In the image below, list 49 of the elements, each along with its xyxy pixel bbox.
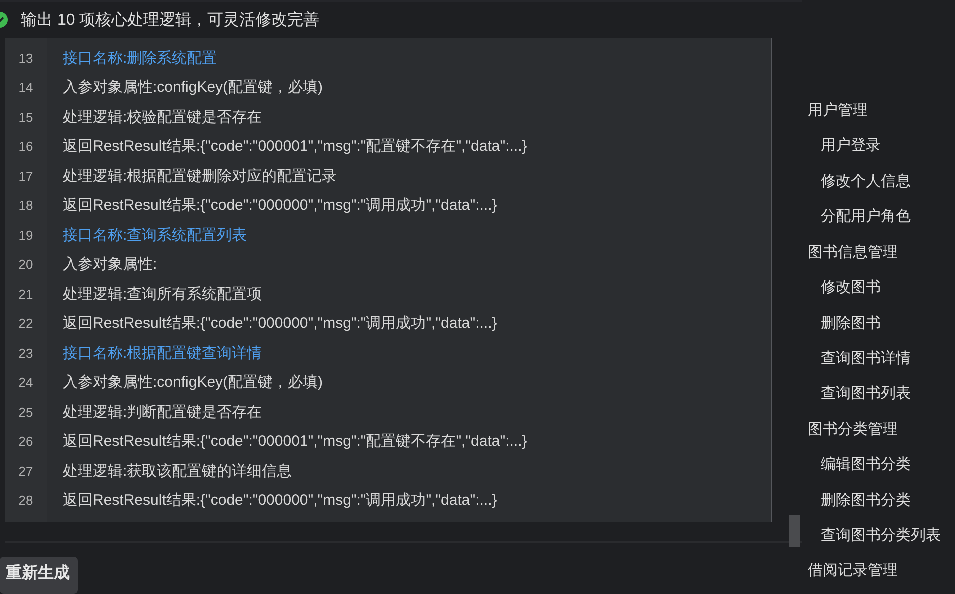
- outline-item[interactable]: 用户登录: [802, 133, 941, 169]
- outline-item[interactable]: 查询图书列表: [802, 381, 941, 417]
- regenerate-button[interactable]: 重新生成: [0, 557, 78, 594]
- code-line: 返回RestResult结果:{"code":"000000","msg":"调用成功","data":...}: [62, 196, 498, 216]
- code-line: 接口名称:删除系统配置: [62, 48, 218, 68]
- outline-item[interactable]: 查询图书分类列表: [802, 523, 941, 558]
- line-number: 20: [18, 257, 34, 272]
- code-line: 接口名称:查询系统配置列表: [62, 226, 248, 245]
- line-number: 22: [18, 316, 34, 332]
- outline-item[interactable]: 删除图书分类: [802, 488, 941, 524]
- line-number: 26: [18, 434, 34, 450]
- code-line: 接口名称:根据配置键查询详情: [62, 344, 262, 363]
- line-number: 28: [18, 493, 34, 508]
- code-line: 返回RestResult结果:{"code":"000001","msg":"配置键不存在","data":...}: [62, 432, 528, 452]
- code-line: 入参对象属性:configKey(配置键，必填): [62, 78, 324, 98]
- line-number: 19: [18, 228, 34, 243]
- outline-item[interactable]: 图书分类管理: [802, 416, 941, 452]
- outline-item[interactable]: 编辑图书分类: [802, 452, 941, 488]
- outline-item[interactable]: 用户管理: [802, 98, 941, 134]
- line-number: 16: [18, 139, 34, 154]
- code-line: 处理逻辑:校验配置键是否存在: [62, 108, 262, 127]
- code-line: 处理逻辑:获取该配置键的详细信息: [62, 462, 292, 481]
- line-number: 27: [18, 464, 34, 479]
- line-number: 13: [18, 50, 34, 66]
- code-line: 返回RestResult结果:{"code":"000000","msg":"调用成功","data":...}: [62, 314, 498, 334]
- line-number: 14: [18, 80, 34, 96]
- line-number: 15: [18, 110, 34, 125]
- code-line: 处理逻辑:判断配置键是否存在: [62, 402, 262, 422]
- outline-item[interactable]: 图书信息管理: [802, 240, 941, 276]
- code-line: 返回RestResult结果:{"code":"000001","msg":"配置键不存在","data":...}: [62, 137, 528, 156]
- outline-item[interactable]: 查询图书详情: [802, 346, 941, 382]
- code-line: 处理逻辑:查询所有系统配置项: [62, 284, 262, 304]
- status-message: 输出 10 项核心处理逻辑，可灵活修改完善: [21, 10, 320, 31]
- code-line: 处理逻辑:根据配置键删除对应的配置记录: [62, 166, 338, 186]
- outline-item[interactable]: 分配用户角色: [802, 204, 941, 240]
- line-number: 18: [18, 198, 34, 214]
- outline-item[interactable]: 修改个人信息: [802, 168, 941, 204]
- outline-item[interactable]: 删除图书: [802, 310, 941, 346]
- line-number: 23: [18, 346, 34, 361]
- line-number: 17: [18, 168, 34, 184]
- code-line: 入参对象属性:: [62, 255, 158, 274]
- outline-item[interactable]: 修改图书: [802, 275, 941, 311]
- line-number: 24: [18, 375, 34, 390]
- line-number: 25: [18, 404, 34, 420]
- code-line: 返回RestResult结果:{"code":"000000","msg":"调用成功","data":...}: [62, 491, 498, 510]
- code-line: 入参对象属性:configKey(配置键，必填): [62, 373, 324, 392]
- outline-item[interactable]: 借阅记录管理: [802, 558, 941, 594]
- scrollbar-thumb[interactable]: [789, 515, 800, 548]
- line-number: 21: [18, 286, 34, 302]
